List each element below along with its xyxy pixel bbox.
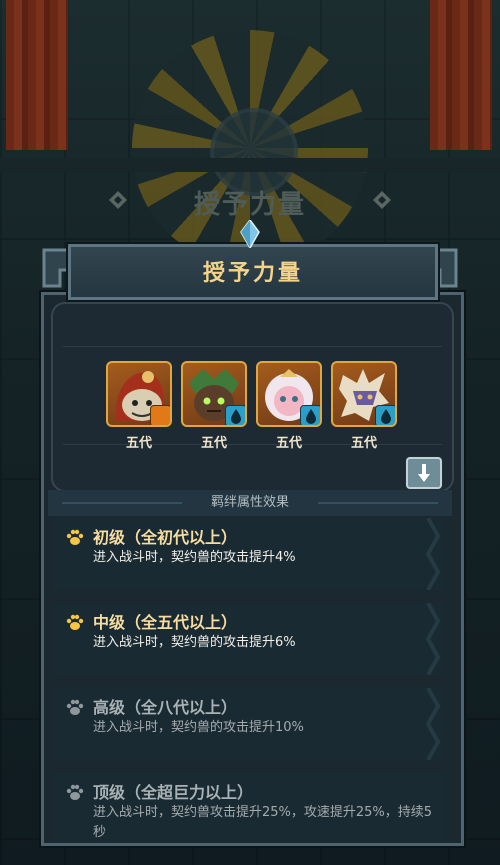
bond-tier: 顶级（全超巨力以上） 进入战斗时，契约兽攻击提升25%，攻速提升25%，持续5秒: [53, 773, 445, 840]
water-drop-icon: [300, 405, 320, 425]
bond-section-header: 羁绊属性效果: [48, 490, 452, 516]
pet-generation: 五代: [350, 436, 377, 451]
tier-ornament: [425, 688, 441, 760]
paw-icon: [66, 529, 84, 545]
bond-tier-title: 中级（全五代以上）: [93, 613, 238, 632]
bond-tier: 高级（全八代以上） 进入战斗时，契约兽的攻击提升10%: [53, 688, 445, 760]
diamond-deco-icon: [109, 191, 127, 209]
tier-ornament: [425, 518, 441, 590]
pet-card[interactable]: 五代: [331, 361, 397, 451]
pet-portrait: [106, 361, 172, 427]
pet-card[interactable]: 五代: [181, 361, 247, 451]
tier-ornament: [425, 603, 441, 675]
bond-tier-description: 进入战斗时，契约兽的攻击提升4%: [93, 550, 296, 565]
window-center: [210, 108, 298, 196]
wall-shelf: [0, 158, 500, 172]
bond-tier-title: 高级（全八代以上）: [93, 698, 238, 717]
paw-icon: [66, 784, 84, 800]
bond-tier-title: 顶级（全超巨力以上）: [93, 783, 254, 802]
panel-header: 授予力量: [68, 244, 438, 300]
blue-gem-icon: [240, 220, 260, 248]
pet-card[interactable]: 五代: [106, 361, 172, 451]
pet-portrait: [181, 361, 247, 427]
water-drop-icon: [225, 405, 245, 425]
paw-icon: [66, 699, 84, 715]
paw-icon: [66, 614, 84, 630]
bond-tier-description: 进入战斗时，契约兽的攻击提升6%: [93, 635, 296, 650]
pet-generation: 五代: [125, 436, 152, 451]
bond-tier-description: 进入战斗时，契约兽的攻击提升10%: [93, 720, 304, 735]
pet-portrait: [256, 361, 322, 427]
expand-down-button[interactable]: [406, 457, 442, 489]
bond-section-title: 羁绊属性效果: [210, 495, 289, 510]
bond-tier-description: 进入战斗时，契约兽攻击提升25%，攻速提升25%，持续5秒: [93, 805, 433, 840]
bond-tier: 中级（全五代以上） 进入战斗时，契约兽的攻击提升6%: [53, 603, 445, 675]
water-drop-icon: [375, 405, 395, 425]
arrow-down-icon: [418, 464, 430, 482]
fire-badge-icon: [150, 405, 170, 425]
bond-tier-title: 初级（全初代以上）: [93, 528, 238, 547]
panel-title: 授予力量: [202, 261, 303, 286]
right-curtain: [430, 0, 492, 150]
bond-tier: 初级（全初代以上） 进入战斗时，契约兽的攻击提升4%: [53, 518, 445, 590]
pet-portrait: [331, 361, 397, 427]
pet-card[interactable]: 五代: [256, 361, 322, 451]
pet-generation: 五代: [275, 436, 302, 451]
left-curtain: [6, 0, 68, 150]
pet-generation: 五代: [200, 436, 227, 451]
diamond-deco-icon: [373, 191, 391, 209]
background-title: 授予力量: [193, 190, 306, 220]
